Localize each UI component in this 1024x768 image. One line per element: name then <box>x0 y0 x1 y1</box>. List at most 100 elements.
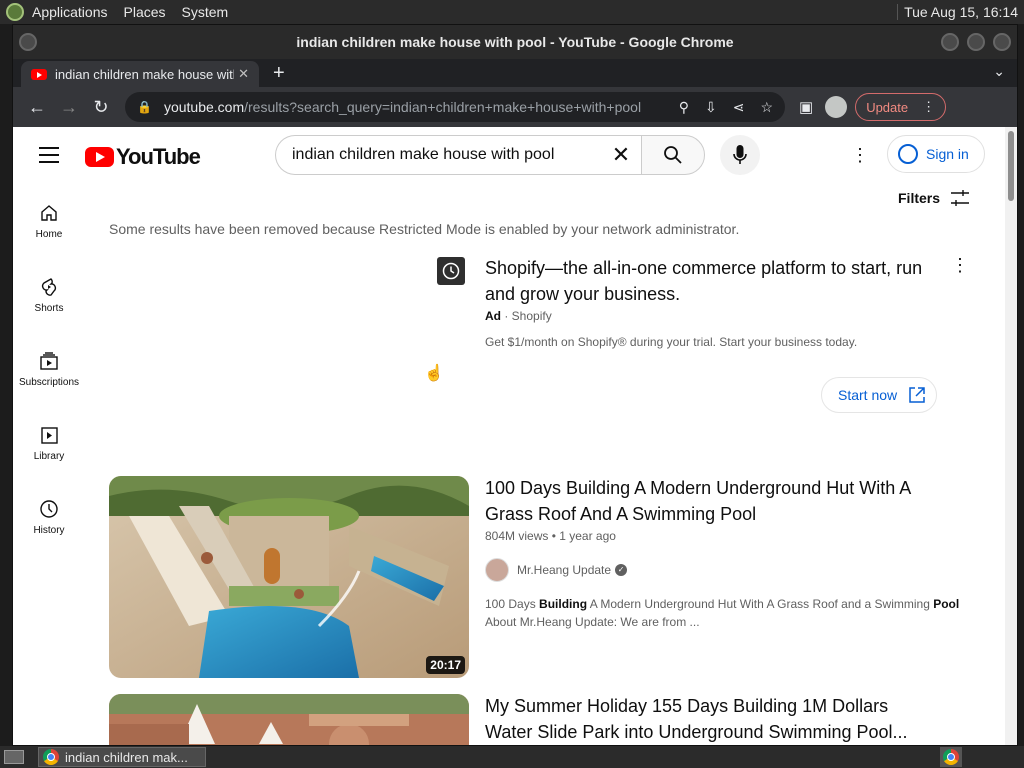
clear-search-icon[interactable]: ✕ <box>601 142 641 168</box>
search-icon <box>664 146 682 164</box>
tray-chrome-icon[interactable] <box>940 747 962 767</box>
browser-toolbar: ← → ↻ 🔒 youtube.com/results?search_query… <box>13 87 1017 127</box>
video-thumbnail[interactable] <box>109 694 469 745</box>
history-icon <box>40 500 58 518</box>
ad-menu-kebab-icon[interactable]: ⋮ <box>951 255 969 276</box>
ad-badge: Ad <box>485 309 501 323</box>
ad-description: Get $1/month on Shopify® during your tri… <box>485 335 858 349</box>
scrollbar-thumb[interactable] <box>1008 131 1014 201</box>
install-app-icon[interactable]: ⇩ <box>705 99 717 116</box>
search-input[interactable]: indian children make house with pool ✕ <box>275 135 641 175</box>
channel-link[interactable]: Mr.Heang Update ✓ <box>485 558 628 582</box>
search-button[interactable] <box>641 135 705 175</box>
settings-kebab-icon[interactable]: ⋮ <box>851 145 869 166</box>
video-meta: 804M views • 1 year ago <box>485 529 616 543</box>
youtube-page: YouTube indian children make house with … <box>13 127 1017 745</box>
filters-label: Filters <box>898 190 941 206</box>
reload-button[interactable]: ↻ <box>85 97 117 118</box>
share-icon[interactable]: ⋖ <box>733 99 745 116</box>
video-title[interactable]: 100 Days Building A Modern Underground H… <box>485 475 925 527</box>
url-host: youtube.com <box>163 99 245 115</box>
show-desktop-icon[interactable] <box>4 750 24 764</box>
minimize-button[interactable] <box>941 33 959 51</box>
youtube-play-icon <box>85 147 114 167</box>
hand-cursor-icon: ☝ <box>424 365 444 382</box>
user-circle-icon <box>898 144 918 164</box>
profile-avatar[interactable] <box>825 96 848 118</box>
video-age: 1 year ago <box>559 529 616 543</box>
taskbar-chrome-task[interactable]: indian children mak... <box>38 747 206 767</box>
video-title[interactable]: My Summer Holiday 155 Days Building 1M D… <box>485 693 925 745</box>
guide-item-subscriptions[interactable]: Subscriptions <box>13 345 85 419</box>
ad-advertiser[interactable]: Shopify <box>512 309 552 323</box>
desc-highlight: Building <box>539 597 588 611</box>
close-window-button[interactable] <box>993 33 1011 51</box>
clock[interactable]: Tue Aug 15, 16:14 <box>897 4 1018 20</box>
guide-item-history[interactable]: History <box>13 493 85 567</box>
tab-close-icon[interactable]: ✕ <box>238 66 249 82</box>
menu-applications[interactable]: Applications <box>32 4 108 20</box>
channel-name[interactable]: Mr.Heang Update <box>517 563 611 577</box>
guide-item-library[interactable]: Library <box>13 419 85 493</box>
channel-avatar[interactable] <box>485 558 509 582</box>
url-path: /results?search_query=indian+children+ma… <box>244 99 642 115</box>
video-thumbnail[interactable]: 20:17 <box>109 476 469 678</box>
menu-system[interactable]: System <box>182 4 229 20</box>
guide-label-subscriptions: Subscriptions <box>18 377 80 388</box>
address-bar[interactable]: 🔒 youtube.com/results?search_query=india… <box>125 92 785 122</box>
sign-in-label: Sign in <box>926 146 969 162</box>
filters-icon <box>951 190 970 206</box>
desc-highlight: Pool <box>933 597 960 611</box>
window-menu-button[interactable] <box>19 33 37 51</box>
guide-menu-icon[interactable] <box>39 147 59 168</box>
mini-guide: Home Shorts Subscriptions Library Histor… <box>13 197 85 567</box>
chrome-menu-icon[interactable]: ⋮ <box>922 99 935 115</box>
voice-search-button[interactable] <box>720 135 760 175</box>
menu-places[interactable]: Places <box>124 4 166 20</box>
window-title: indian children make house with pool - Y… <box>296 34 734 50</box>
zoom-search-icon[interactable]: ⚲ <box>679 99 689 116</box>
thumbnail-image <box>109 694 469 745</box>
youtube-logo[interactable]: YouTube <box>85 144 201 170</box>
chrome-window: indian children make house with pool - Y… <box>12 24 1018 746</box>
sign-in-button[interactable]: Sign in <box>887 135 985 173</box>
guide-label-home: Home <box>35 229 63 240</box>
taskbar-task-label: indian children mak... <box>65 749 188 765</box>
window-titlebar[interactable]: indian children make house with pool - Y… <box>13 25 1017 59</box>
shorts-icon <box>41 278 57 296</box>
side-panel-icon[interactable]: ▣ <box>799 98 813 116</box>
page-scrollbar[interactable] <box>1005 127 1017 745</box>
os-logo-icon[interactable] <box>6 3 24 21</box>
update-button[interactable]: Update ⋮ <box>855 93 947 121</box>
filters-button[interactable]: Filters <box>898 189 970 207</box>
new-tab-button[interactable]: + <box>273 62 285 85</box>
forward-button[interactable]: → <box>53 97 85 118</box>
ad-cta-button[interactable]: Start now <box>821 377 937 413</box>
lock-icon[interactable]: 🔒 <box>137 100 152 114</box>
youtube-favicon-icon <box>31 68 47 80</box>
update-label: Update <box>866 99 909 115</box>
chrome-icon <box>43 749 59 765</box>
thumbnail-image <box>109 476 469 678</box>
microphone-icon <box>733 145 747 164</box>
maximize-button[interactable] <box>967 33 985 51</box>
video-description: 100 Days Building A Modern Underground H… <box>485 595 965 631</box>
guide-label-history: History <box>33 525 65 536</box>
youtube-wordmark: YouTube <box>116 144 201 169</box>
desc-text: 100 Days <box>485 597 540 611</box>
restricted-mode-notice: Some results have been removed because R… <box>109 221 740 237</box>
ad-clock-icon[interactable] <box>437 257 465 285</box>
os-top-panel: Applications Places System Tue Aug 15, 1… <box>0 0 1024 24</box>
verified-check-icon: ✓ <box>615 564 628 576</box>
guide-item-shorts[interactable]: Shorts <box>13 271 85 345</box>
ad-cta-label: Start now <box>838 387 898 403</box>
guide-item-home[interactable]: Home <box>13 197 85 271</box>
guide-label-library: Library <box>33 451 65 462</box>
bookmark-star-icon[interactable]: ☆ <box>760 99 773 116</box>
search-query-text: indian children make house with pool <box>292 146 555 163</box>
back-button[interactable]: ← <box>21 97 53 118</box>
tab-youtube[interactable]: indian children make house with pool - Y… <box>21 61 259 87</box>
ad-meta: Ad · Shopify <box>485 309 552 323</box>
tab-search-chevron-icon[interactable]: ⌄ <box>993 63 1005 80</box>
ad-title[interactable]: Shopify—the all-in-one commerce platform… <box>485 255 935 307</box>
